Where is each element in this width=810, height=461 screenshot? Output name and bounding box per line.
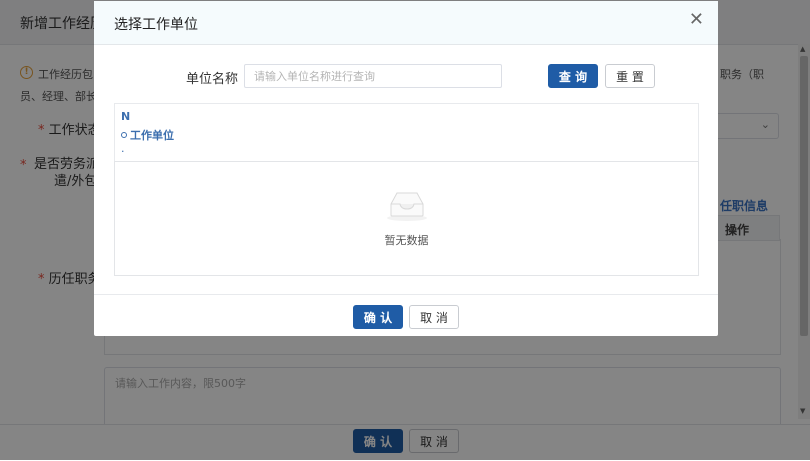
modal-header: 选择工作单位 ✕ xyxy=(94,1,718,45)
tree-trailing-dot: . xyxy=(121,142,125,155)
modal-title: 选择工作单位 xyxy=(114,17,198,33)
empty-text: 暂无数据 xyxy=(384,234,429,247)
select-work-unit-modal: 选择工作单位 ✕ 单位名称 查 询 重 置 N 工作单位 . 暂无数据 确 认 … xyxy=(94,1,718,336)
cancel-button[interactable]: 取 消 xyxy=(409,305,459,329)
unit-result-table: 暂无数据 xyxy=(114,161,699,276)
confirm-button[interactable]: 确 认 xyxy=(353,305,403,329)
tree-node-dot-icon xyxy=(121,132,127,138)
empty-inbox-icon xyxy=(387,192,427,221)
unit-name-input[interactable] xyxy=(244,64,502,88)
unit-name-label: 单位名称 xyxy=(186,72,239,87)
tree-node-work-unit[interactable]: 工作单位 xyxy=(121,127,174,143)
reset-button[interactable]: 重 置 xyxy=(605,64,655,88)
close-icon[interactable]: ✕ xyxy=(689,11,704,29)
tree-root-node[interactable]: N xyxy=(121,110,130,123)
unit-tree: N 工作单位 . xyxy=(114,103,699,162)
query-button[interactable]: 查 询 xyxy=(548,64,598,88)
modal-footer: 确 认 取 消 xyxy=(94,294,718,337)
